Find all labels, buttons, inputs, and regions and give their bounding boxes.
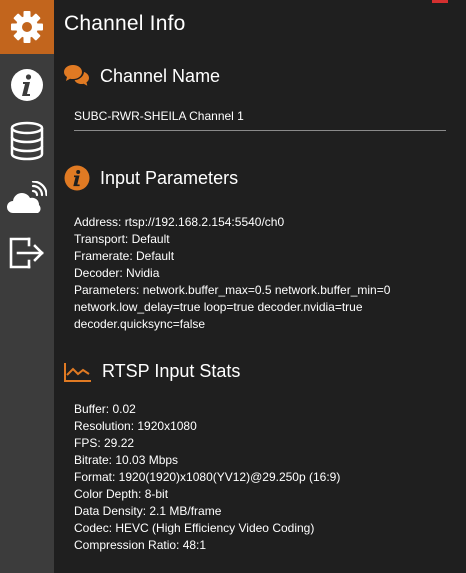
stat-data-density: Data Density: 2.1 MB/frame	[74, 504, 222, 518]
export-icon	[9, 237, 44, 269]
input-parameters-header: Input Parameters	[64, 165, 238, 191]
input-parameters-list: Address: rtsp://192.168.2.154:5540/ch0 T…	[74, 214, 454, 333]
stat-format: Format: 1920(1920)x1080(YV12)@29.250p (1…	[74, 470, 341, 484]
rtsp-stats-header: RTSP Input Stats	[64, 361, 240, 382]
gear-icon	[11, 11, 43, 43]
chat-bubbles-icon	[64, 65, 89, 86]
stat-color-depth: Color Depth: 8-bit	[74, 487, 169, 501]
input-param-decoder: Decoder: Nvidia	[74, 266, 160, 280]
sidebar-item-storage[interactable]	[0, 114, 54, 168]
info-circle-icon	[64, 165, 90, 191]
rtsp-stats-heading: RTSP Input Stats	[102, 361, 241, 381]
page-title: Channel Info	[64, 12, 186, 35]
input-param-parameters-cont2: decoder.quicksync=false	[74, 317, 206, 331]
database-icon	[10, 121, 44, 161]
window-accent	[432, 0, 448, 3]
cloud-stream-icon	[7, 181, 47, 213]
sidebar	[0, 0, 54, 573]
stat-buffer: Buffer: 0.02	[74, 402, 136, 416]
main-panel: Channel Info Channel Name SUBC-RWR-SHEIL…	[54, 0, 466, 573]
stat-fps: FPS: 29.22	[74, 436, 135, 450]
input-param-address: Address: rtsp://192.168.2.154:5540/ch0	[74, 215, 285, 229]
info-icon	[11, 69, 43, 101]
sidebar-item-info[interactable]	[0, 58, 54, 112]
input-param-parameters-cont: network.low_delay=true loop=true decoder…	[74, 300, 363, 314]
channel-name-header: Channel Name	[64, 64, 220, 88]
stat-resolution: Resolution: 1920x1080	[74, 419, 197, 433]
line-chart-icon	[64, 362, 91, 382]
channel-name-field[interactable]: SUBC-RWR-SHEILA Channel 1	[74, 106, 446, 131]
input-param-framerate: Framerate: Default	[74, 249, 175, 263]
sidebar-item-cloud[interactable]	[0, 172, 54, 226]
channel-name-heading: Channel Name	[100, 65, 221, 86]
stat-codec: Codec: HEVC (High Efficiency Video Codin…	[74, 521, 315, 535]
rtsp-stats-list: Buffer: 0.02 Resolution: 1920x1080 FPS: …	[74, 401, 454, 554]
stat-bitrate: Bitrate: 10.03 Mbps	[74, 453, 179, 467]
sidebar-item-settings[interactable]	[0, 0, 54, 54]
stat-compression-ratio: Compression Ratio: 48:1	[74, 538, 207, 552]
input-param-transport: Transport: Default	[74, 232, 170, 246]
sidebar-item-export[interactable]	[0, 226, 54, 280]
input-param-parameters: Parameters: network.buffer_max=0.5 netwo…	[74, 283, 391, 297]
input-parameters-heading: Input Parameters	[100, 167, 239, 188]
